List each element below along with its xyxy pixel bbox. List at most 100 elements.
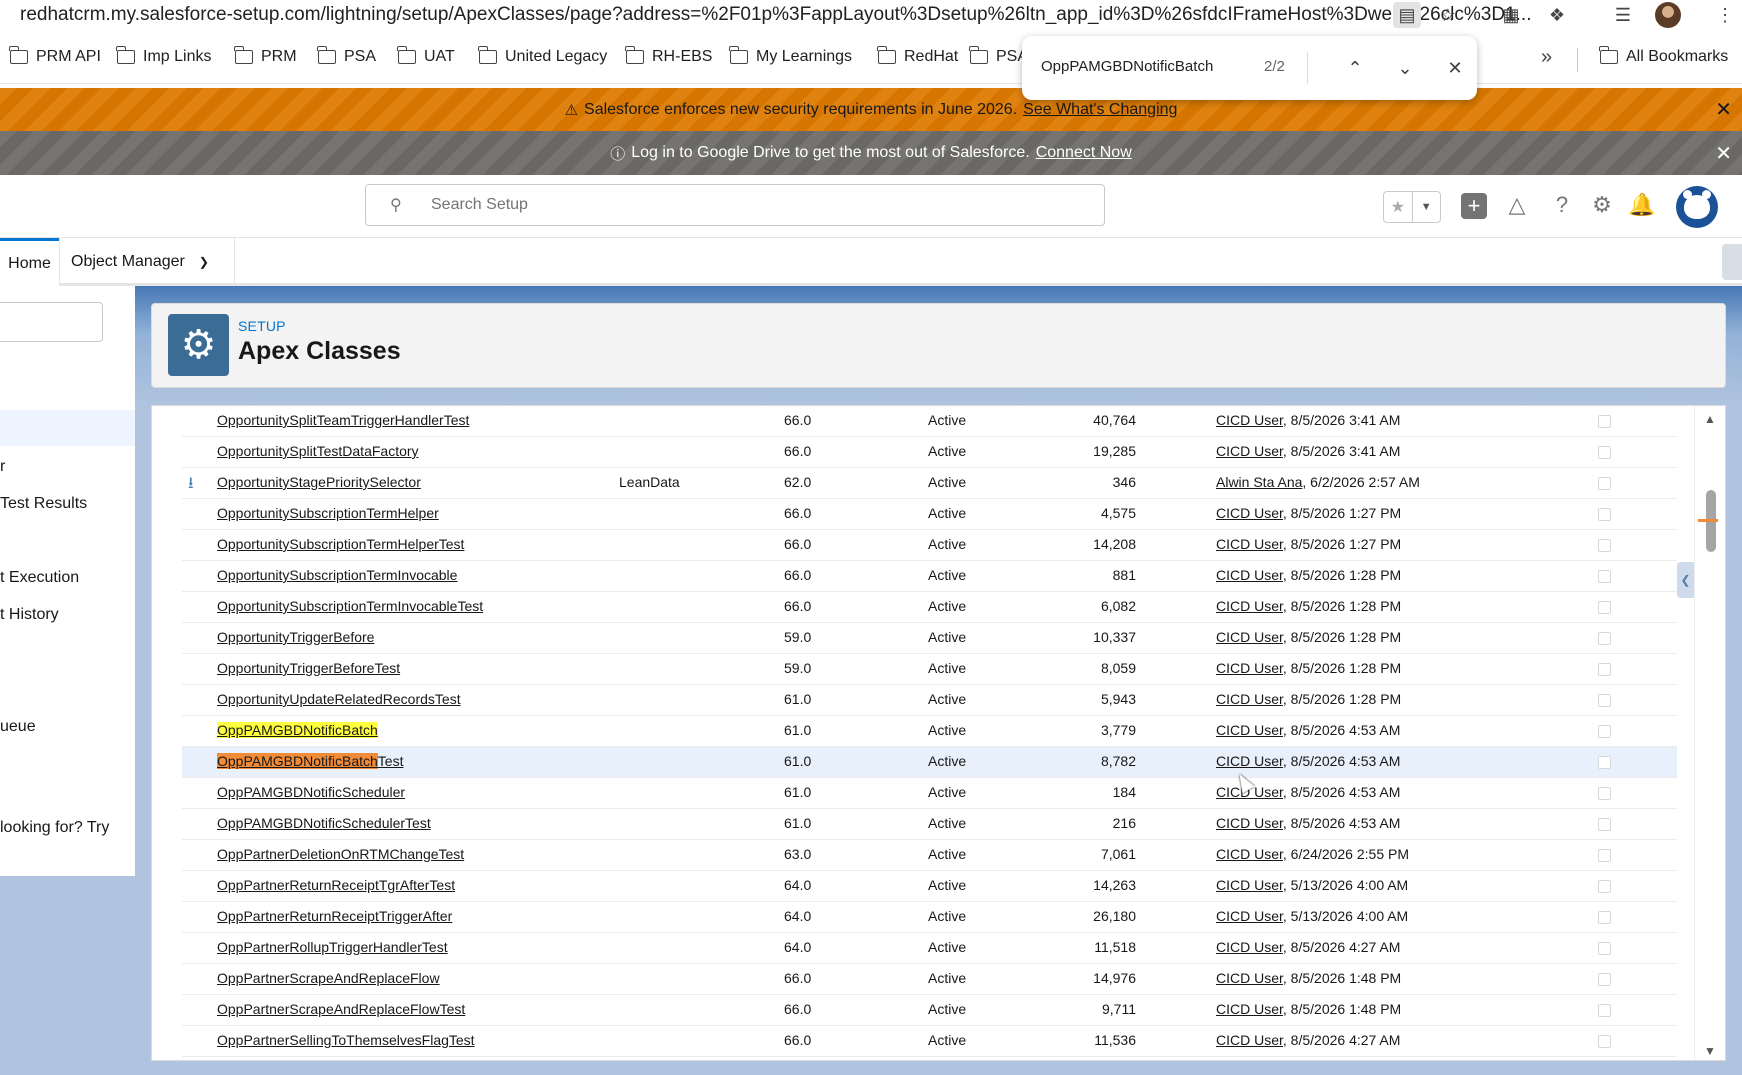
class-name-link[interactable]: OpportunityTriggerBeforeTest bbox=[217, 660, 400, 676]
all-bookmarks-button[interactable]: All Bookmarks bbox=[1599, 46, 1728, 66]
row-checkbox[interactable] bbox=[1598, 508, 1611, 521]
bookmark-folder[interactable]: PRM API bbox=[9, 46, 101, 66]
user-link[interactable]: CICD User bbox=[1216, 815, 1283, 831]
sidebar-selected-item[interactable] bbox=[0, 410, 135, 446]
scroll-down-icon[interactable]: ▼ bbox=[1704, 1044, 1716, 1058]
class-name-link[interactable]: OppPartnerDeletionOnRTMChangeTest bbox=[217, 846, 464, 862]
class-name-link[interactable]: OpportunityStagePrioritySelector bbox=[217, 474, 421, 490]
user-link[interactable]: CICD User bbox=[1216, 536, 1283, 552]
find-in-page-icon[interactable]: ▤ bbox=[1393, 2, 1421, 28]
row-checkbox[interactable] bbox=[1598, 601, 1611, 614]
favorites-control[interactable]: ★ ▼ bbox=[1383, 191, 1441, 223]
user-link[interactable]: CICD User bbox=[1216, 443, 1283, 459]
bookmark-folder[interactable]: PSA bbox=[969, 46, 1028, 66]
tab-home[interactable]: Home bbox=[0, 238, 59, 286]
tab-object-manager[interactable]: Object Manager ❯ bbox=[59, 238, 235, 286]
bookmark-folder[interactable]: UAT bbox=[397, 46, 455, 66]
user-link[interactable]: CICD User bbox=[1216, 1032, 1283, 1048]
user-link[interactable]: CICD User bbox=[1216, 970, 1283, 986]
row-checkbox[interactable] bbox=[1598, 1004, 1611, 1017]
row-checkbox[interactable] bbox=[1598, 446, 1611, 459]
extensions-icon[interactable]: ❖ bbox=[1543, 2, 1571, 28]
close-icon[interactable]: ✕ bbox=[1715, 97, 1732, 122]
class-name-link[interactable]: OpportunitySplitTestDataFactory bbox=[217, 443, 419, 459]
class-name-link[interactable]: OpportunitySubscriptionTermHelper bbox=[217, 505, 439, 521]
chevron-down-icon[interactable]: ▼ bbox=[1411, 192, 1441, 222]
user-link[interactable]: CICD User bbox=[1216, 722, 1283, 738]
user-avatar[interactable] bbox=[1676, 186, 1718, 228]
bookmark-folder[interactable]: RH-EBS bbox=[625, 46, 712, 66]
class-name-link[interactable]: OppPartnerReturnReceiptTgrAfterTest bbox=[217, 877, 455, 893]
class-name-link[interactable]: OpportunitySubscriptionTermInvocable bbox=[217, 567, 457, 583]
row-checkbox[interactable] bbox=[1598, 694, 1611, 707]
row-checkbox[interactable] bbox=[1598, 849, 1611, 862]
quick-find-input[interactable] bbox=[0, 302, 103, 342]
trailhead-icon[interactable]: △ bbox=[1501, 189, 1533, 221]
star-icon[interactable]: ★ bbox=[1384, 192, 1412, 222]
profile-avatar[interactable] bbox=[1654, 2, 1682, 28]
bookmark-folder[interactable]: United Legacy bbox=[478, 46, 607, 66]
class-name-link[interactable]: OppPAMGBDNotificSchedulerTest bbox=[217, 815, 431, 831]
user-link[interactable]: CICD User bbox=[1216, 877, 1283, 893]
user-link[interactable]: Alwin Sta Ana bbox=[1216, 474, 1302, 490]
bookmark-folder[interactable]: PRM bbox=[234, 46, 297, 66]
class-name-link[interactable]: OpportunityUpdateRelatedRecordsTest bbox=[217, 691, 461, 707]
class-name-link[interactable]: OppPartnerScrapeAndReplaceFlow bbox=[217, 970, 440, 986]
class-name-link[interactable]: OppPAMGBDNotificBatch bbox=[217, 722, 378, 738]
see-whats-changing-link[interactable]: See What's Changing bbox=[1023, 101, 1177, 119]
user-link[interactable]: CICD User bbox=[1216, 567, 1283, 583]
row-checkbox[interactable] bbox=[1598, 570, 1611, 583]
row-checkbox[interactable] bbox=[1598, 477, 1611, 490]
bell-icon[interactable]: 🔔 bbox=[1626, 189, 1658, 221]
scroll-up-icon[interactable]: ▲ bbox=[1704, 412, 1716, 426]
class-name-link[interactable]: OpportunityTriggerBefore bbox=[217, 629, 374, 645]
bookmark-folder[interactable]: My Learnings bbox=[729, 46, 852, 66]
class-name-link[interactable]: OpportunitySubscriptionTermInvocableTest bbox=[217, 598, 483, 614]
close-icon[interactable]: ✕ bbox=[1715, 141, 1732, 166]
sidebar-item[interactable]: t History bbox=[0, 606, 59, 624]
user-link[interactable]: CICD User bbox=[1216, 846, 1283, 862]
row-checkbox[interactable] bbox=[1598, 725, 1611, 738]
search-setup-input[interactable]: ⚲ Search Setup bbox=[365, 184, 1105, 226]
class-name-link[interactable]: OppPartnerRollupTriggerHandlerTest bbox=[217, 939, 448, 955]
class-name-link[interactable]: OppPAMGBDNotificScheduler bbox=[217, 784, 405, 800]
find-previous-button[interactable]: ⌃ bbox=[1341, 54, 1369, 82]
class-name-link[interactable]: OppPartnerSellingToThemselvesFlagTest bbox=[217, 1032, 475, 1048]
sidebar-item[interactable]: t Execution bbox=[0, 569, 79, 587]
sidebar-item[interactable]: ueue bbox=[0, 718, 36, 736]
media-control-icon[interactable]: ☰ bbox=[1609, 2, 1637, 28]
row-checkbox[interactable] bbox=[1598, 911, 1611, 924]
panel-toggle-handle[interactable] bbox=[1722, 244, 1742, 280]
address-bar[interactable]: redhatcrm.my.salesforce-setup.com/lightn… bbox=[20, 4, 1531, 26]
bookmark-folder[interactable]: RedHat bbox=[877, 46, 958, 66]
class-name-link[interactable]: OppPartnerScrapeAndReplaceFlowTest bbox=[217, 1001, 465, 1017]
bookmarks-overflow-button[interactable]: » bbox=[1541, 46, 1552, 69]
row-checkbox[interactable] bbox=[1598, 415, 1611, 428]
row-checkbox[interactable] bbox=[1598, 663, 1611, 676]
user-link[interactable]: CICD User bbox=[1216, 660, 1283, 676]
user-link[interactable]: CICD User bbox=[1216, 598, 1283, 614]
find-next-button[interactable]: ⌄ bbox=[1391, 54, 1419, 82]
user-link[interactable]: CICD User bbox=[1216, 753, 1283, 769]
user-link[interactable]: CICD User bbox=[1216, 505, 1283, 521]
row-checkbox[interactable] bbox=[1598, 1035, 1611, 1048]
row-checkbox[interactable] bbox=[1598, 880, 1611, 893]
row-checkbox[interactable] bbox=[1598, 942, 1611, 955]
class-name-link[interactable]: OppPAMGBDNotificBatchTest bbox=[217, 753, 403, 769]
find-input[interactable]: OppPAMGBDNotificBatch bbox=[1041, 58, 1213, 75]
connect-now-link[interactable]: Connect Now bbox=[1036, 144, 1132, 162]
sidebar-item[interactable]: r bbox=[0, 458, 5, 476]
help-icon[interactable]: ? bbox=[1546, 189, 1578, 221]
chevron-down-icon[interactable]: ❯ bbox=[199, 255, 209, 269]
row-checkbox[interactable] bbox=[1598, 973, 1611, 986]
find-close-button[interactable]: ✕ bbox=[1441, 54, 1469, 82]
global-actions-icon[interactable]: + bbox=[1461, 193, 1487, 219]
bookmark-star-icon[interactable]: ☆ bbox=[1434, 2, 1462, 28]
browser-menu-icon[interactable]: ⋮ bbox=[1711, 2, 1739, 28]
class-name-link[interactable]: OpportunitySubscriptionTermHelperTest bbox=[217, 536, 464, 552]
sidebar-item[interactable]: Test Results bbox=[0, 495, 87, 513]
vertical-scrollbar[interactable]: ▲ ▼ bbox=[1694, 406, 1724, 1060]
user-link[interactable]: CICD User bbox=[1216, 939, 1283, 955]
user-link[interactable]: CICD User bbox=[1216, 1001, 1283, 1017]
user-link[interactable]: CICD User bbox=[1216, 908, 1283, 924]
